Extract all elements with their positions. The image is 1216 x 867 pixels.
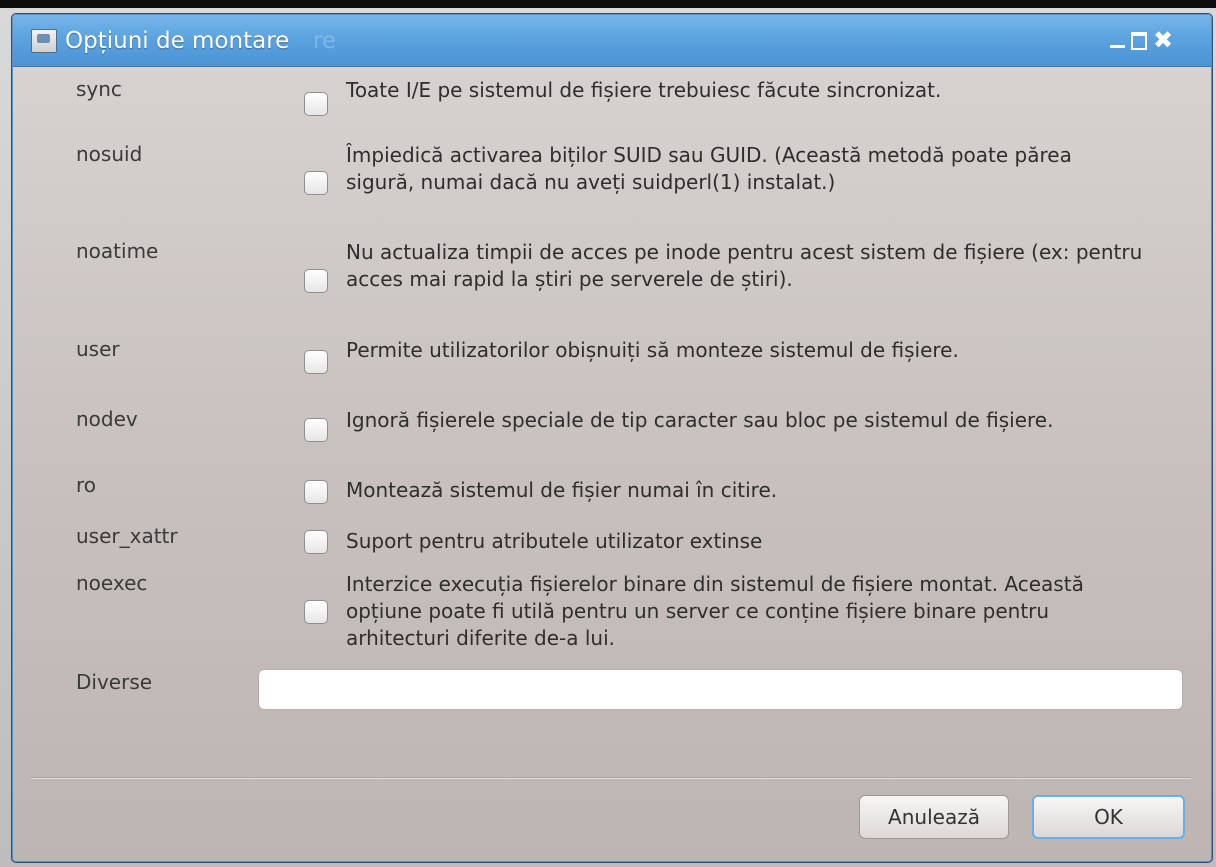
screen-top-edge (0, 0, 1216, 8)
user-xattr-checkbox[interactable] (304, 530, 328, 554)
option-description: Împiedică activarea biților SUID sau GUI… (346, 143, 1072, 194)
title-bar[interactable]: Opțiuni de montare re ✖ (13, 15, 1211, 67)
sync-checkbox[interactable] (304, 92, 328, 116)
diverse-label: Diverse (76, 670, 153, 694)
noatime-checkbox[interactable] (304, 269, 328, 293)
option-label: sync (76, 77, 122, 101)
option-description: Interzice execuția fișierelor binare din… (346, 572, 1084, 650)
maximize-icon[interactable] (1129, 30, 1149, 50)
option-label: nodev (76, 407, 138, 431)
ro-checkbox[interactable] (304, 480, 328, 504)
option-label: ro (76, 473, 97, 497)
option-description: Nu actualiza timpii de acces pe inode pe… (346, 240, 1143, 291)
option-description: Montează sistemul de fișier numai în cit… (346, 478, 778, 502)
separator (31, 777, 1191, 778)
option-description: Ignoră fișierele speciale de tip caracte… (346, 408, 1054, 432)
option-description: Toate I/E pe sistemul de fișiere trebuie… (346, 78, 942, 102)
nodev-checkbox[interactable] (304, 418, 328, 442)
option-label: nosuid (76, 142, 143, 166)
option-description: Suport pentru atributele utilizator exti… (346, 529, 763, 553)
diverse-input[interactable] (258, 669, 1183, 710)
cancel-button[interactable]: Anulează (859, 795, 1009, 839)
ok-button[interactable]: OK (1032, 795, 1185, 839)
nosuid-checkbox[interactable] (304, 171, 328, 195)
option-label: noatime (76, 239, 159, 263)
close-icon[interactable]: ✖ (1153, 28, 1173, 52)
user-checkbox[interactable] (304, 350, 328, 374)
option-label: user (76, 337, 120, 361)
noexec-checkbox[interactable] (304, 600, 328, 624)
mount-options-dialog: Opțiuni de montare re ✖ sync Toate I/E p… (12, 14, 1212, 862)
minimize-icon[interactable] (1107, 30, 1127, 50)
app-icon (31, 29, 57, 53)
option-label: user_xattr (76, 524, 178, 548)
title-ghost-text: re (313, 28, 337, 54)
window-title: Opțiuni de montare (65, 28, 290, 54)
option-label: noexec (76, 571, 148, 595)
option-description: Permite utilizatorilor obișnuiți să mont… (346, 338, 959, 362)
